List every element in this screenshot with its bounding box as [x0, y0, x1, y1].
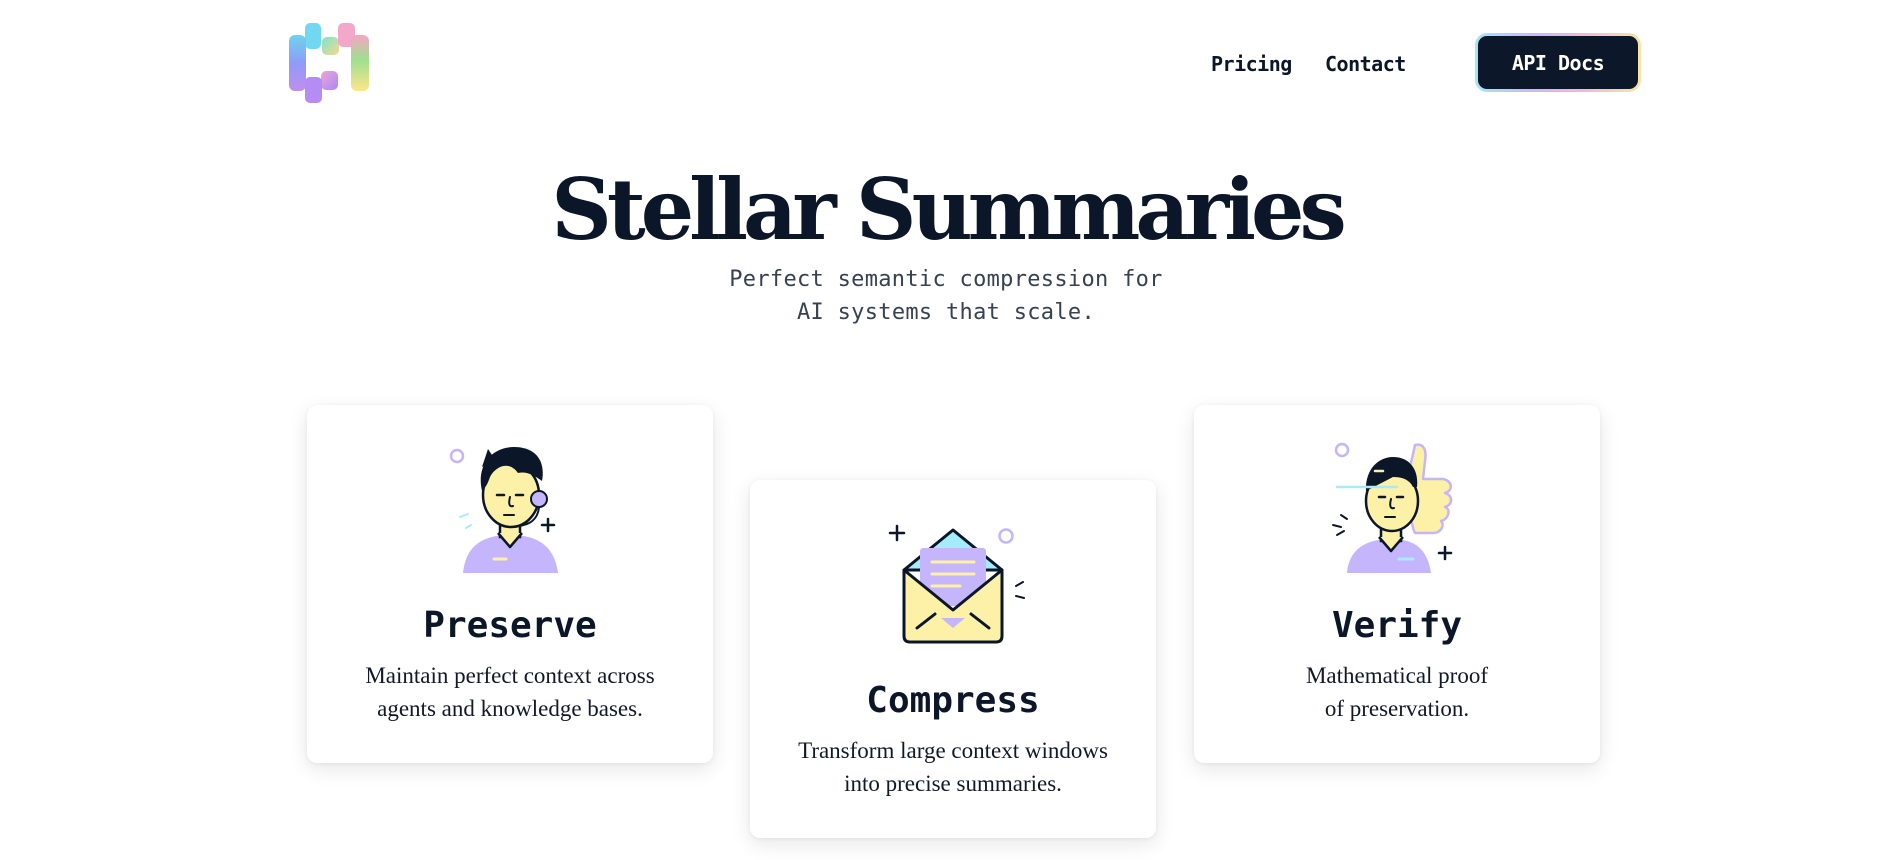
feature-card-verify: Verify Mathematical proof of preservatio… — [1194, 405, 1600, 763]
page-title: Stellar Summaries — [551, 160, 1346, 259]
open-envelope-icon — [888, 524, 1025, 644]
feature-title: Preserve — [423, 605, 597, 646]
feature-description-line: Maintain perfect context across — [365, 663, 655, 688]
feature-description: Transform large context windows into pre… — [770, 734, 1136, 800]
hero-subtitle: Perfect semantic compression for AI syst… — [646, 263, 1246, 329]
feature-description-line: Mathematical proof — [1305, 663, 1488, 688]
api-docs-button-frame: API Docs — [1475, 33, 1641, 92]
feature-description-line: into precise summaries. — [844, 771, 1062, 796]
feature-description-line: agents and knowledge bases. — [377, 696, 643, 721]
api-docs-button[interactable]: API Docs — [1478, 36, 1638, 89]
brand-logo[interactable] — [288, 22, 370, 104]
hero-subtitle-line: AI systems that scale. — [797, 300, 1095, 325]
feature-description-line: Transform large context windows — [798, 738, 1108, 763]
person-thumbs-up-icon — [1332, 442, 1453, 573]
person-headset-icon — [449, 447, 558, 573]
feature-card-compress: Compress Transform large context windows… — [750, 480, 1156, 838]
nav-link-pricing[interactable]: Pricing — [1211, 50, 1292, 78]
hero-subtitle-line: Perfect semantic compression for — [729, 267, 1163, 292]
feature-description: Maintain perfect context across agents a… — [327, 659, 693, 725]
feature-description: Mathematical proof of preservation. — [1214, 659, 1580, 725]
gradient-h-logo-icon — [289, 23, 369, 103]
feature-description-line: of preservation. — [1324, 696, 1470, 721]
feature-title: Compress — [866, 680, 1040, 721]
feature-card-preserve: Preserve Maintain perfect context across… — [307, 405, 713, 763]
feature-title: Verify — [1331, 605, 1463, 646]
nav-link-contact[interactable]: Contact — [1325, 50, 1406, 78]
